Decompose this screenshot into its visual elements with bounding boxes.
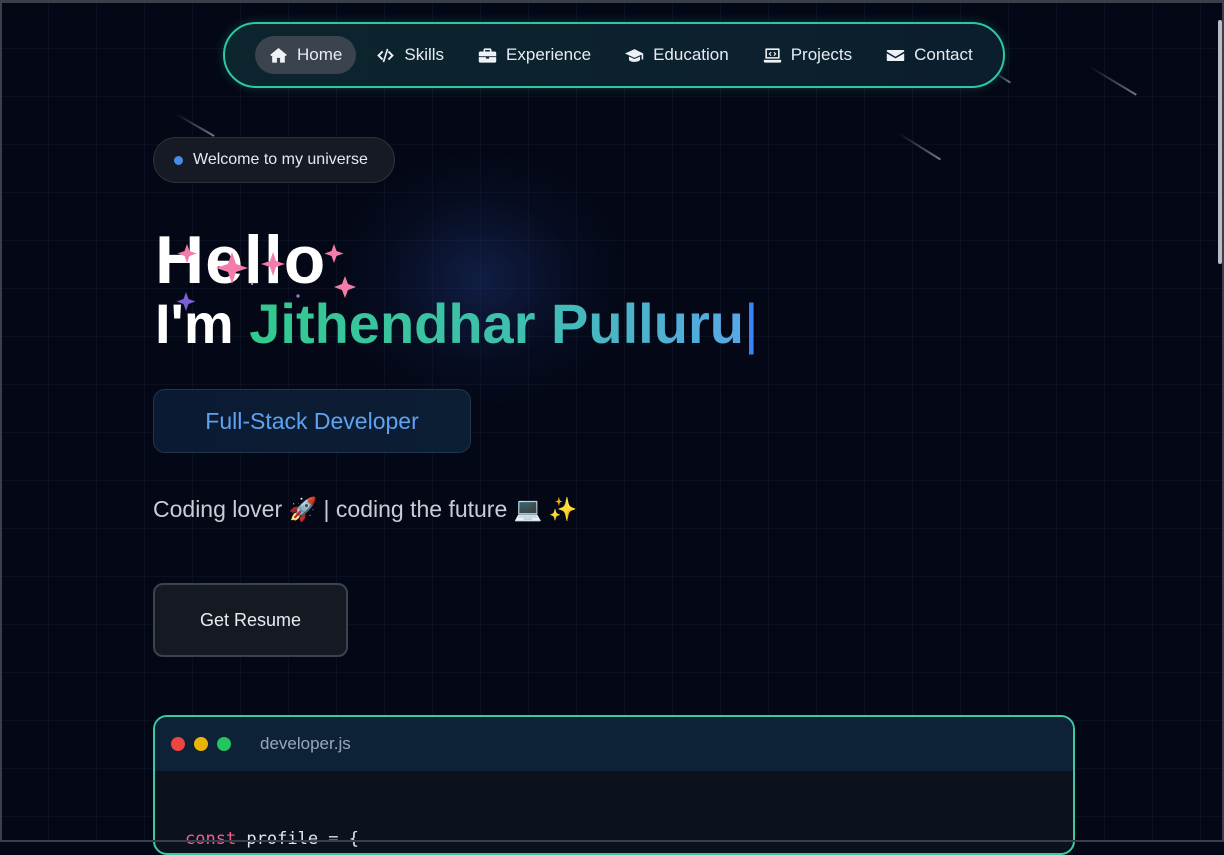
code-filename: developer.js	[260, 734, 351, 753]
close-dot-icon	[171, 737, 185, 751]
hero-greeting: Hello	[155, 222, 327, 298]
briefcase-icon	[478, 47, 497, 63]
nav-item-projects[interactable]: Projects	[749, 36, 866, 74]
nav-item-education[interactable]: Education	[611, 36, 743, 74]
code-window: developer.js const profile = {	[153, 715, 1075, 855]
code-icon	[377, 48, 395, 62]
nav-item-label: Contact	[914, 45, 973, 64]
code-body: const profile = {	[155, 771, 1073, 849]
maximize-dot-icon	[217, 737, 231, 751]
graduation-cap-icon	[625, 48, 644, 62]
home-icon	[270, 47, 287, 63]
main-nav: Home Skills Experience Education Project…	[223, 22, 1005, 88]
nav-item-skills[interactable]: Skills	[362, 36, 458, 74]
nav-item-home[interactable]: Home	[255, 36, 357, 74]
background-glow	[330, 150, 630, 410]
status-dot-icon	[174, 155, 183, 165]
page-scrollbar[interactable]	[1218, 20, 1222, 264]
nav-item-label: Projects	[790, 45, 853, 64]
intro-prefix: I'm	[155, 292, 234, 355]
code-text: profile = {	[236, 829, 360, 849]
nav-item-experience[interactable]: Experience	[464, 36, 605, 74]
nav-item-label: Education	[653, 45, 729, 64]
nav-item-label: Home	[297, 45, 343, 64]
welcome-text: Welcome to my universe	[193, 151, 368, 168]
envelope-icon	[886, 49, 905, 61]
nav-item-contact[interactable]: Contact	[872, 36, 987, 74]
minimize-dot-icon	[194, 737, 208, 751]
role-text: Full-Stack Developer	[205, 407, 419, 434]
laptop-code-icon	[763, 47, 781, 63]
typing-cursor: |	[743, 292, 759, 355]
hero-name-line: I'm Jithendhar Pulluru|	[155, 296, 758, 352]
code-window-header: developer.js	[155, 717, 1073, 771]
role-badge: Full-Stack Developer	[153, 389, 471, 453]
get-resume-label: Get Resume	[199, 609, 302, 630]
code-keyword: const	[185, 829, 237, 849]
developer-name: Jithendhar Pulluru	[249, 292, 744, 355]
nav-item-label: Experience	[506, 45, 592, 64]
nav-item-label: Skills	[404, 45, 445, 64]
get-resume-button[interactable]: Get Resume	[153, 583, 348, 657]
hero-tagline: Coding lover 🚀 | coding the future 💻 ✨	[153, 496, 578, 522]
welcome-badge: Welcome to my universe	[153, 137, 395, 183]
